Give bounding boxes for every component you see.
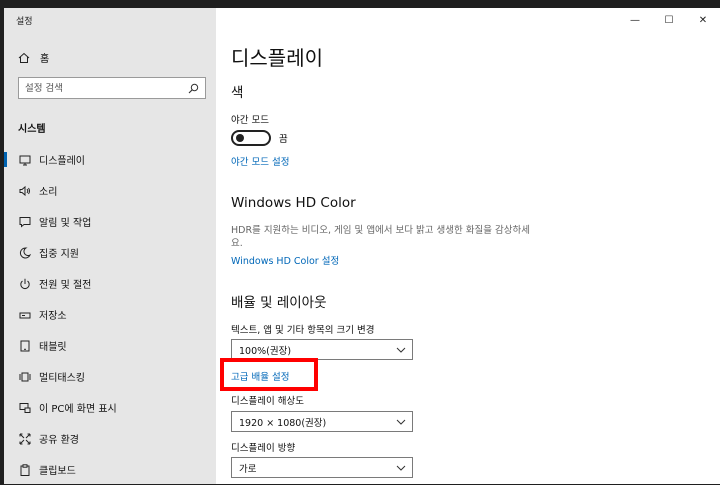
sidebar-item-shared-experiences[interactable]: 공유 환경 xyxy=(4,423,216,454)
home-label: 홈 xyxy=(40,54,50,65)
sidebar-item-notifications[interactable]: 알림 및 작업 xyxy=(4,206,216,237)
monitor-icon xyxy=(18,153,32,167)
orientation-label: 디스플레이 방향 xyxy=(231,443,296,454)
night-light-toggle-row: 끔 xyxy=(231,130,288,146)
sidebar-item-focus-assist[interactable]: 집중 지원 xyxy=(4,237,216,268)
search-icon[interactable] xyxy=(188,83,199,94)
color-heading: 색 xyxy=(231,85,244,101)
sidebar-item-label: 태블릿 xyxy=(39,342,67,353)
sidebar-item-label: 클립보드 xyxy=(39,466,76,477)
orientation-dropdown[interactable]: 가로 xyxy=(231,457,413,478)
night-light-toggle[interactable] xyxy=(231,130,271,146)
sidebar-item-storage[interactable]: 저장소 xyxy=(4,299,216,330)
share-icon xyxy=(18,432,32,446)
sidebar-item-label: 디스플레이 xyxy=(39,156,85,167)
resolution-value: 1920 × 1080(권장) xyxy=(239,417,327,429)
search-input[interactable] xyxy=(25,82,175,94)
sidebar-item-label: 알림 및 작업 xyxy=(39,218,92,229)
sidebar-item-label: 소리 xyxy=(39,187,58,198)
sidebar-item-multitasking[interactable]: 멀티태스킹 xyxy=(4,361,216,392)
sidebar-item-display[interactable]: 디스플레이 xyxy=(4,144,216,175)
main-content: — ☐ ✕ 디스플레이 색 야간 모드 끔 야간 모드 설정 Windows H… xyxy=(216,8,720,484)
app-title: 설정 xyxy=(16,17,33,27)
sidebar-item-power[interactable]: 전원 및 절전 xyxy=(4,268,216,299)
multitasking-icon xyxy=(18,370,32,384)
sidebar-item-project[interactable]: 이 PC에 화면 표시 xyxy=(4,392,216,423)
scale-label: 텍스트, 앱 및 기타 항목의 크기 변경 xyxy=(231,325,375,336)
chevron-down-icon xyxy=(396,465,406,471)
sidebar-item-label: 멀티태스킹 xyxy=(39,373,85,384)
sidebar-item-tablet[interactable]: 태블릿 xyxy=(4,330,216,361)
home-link[interactable]: 홈 xyxy=(18,50,49,65)
sidebar-nav: 디스플레이 소리 알림 및 작업 집중 지원 전원 및 절전 저장소 태블릿 멀… xyxy=(4,144,216,485)
resolution-label: 디스플레이 해상도 xyxy=(231,396,304,407)
chevron-down-icon xyxy=(396,419,406,425)
sidebar-item-clipboard[interactable]: 클립보드 xyxy=(4,454,216,485)
chevron-down-icon xyxy=(396,347,406,353)
settings-window: 설정 홈 시스템 디스플레이 소리 알림 및 작업 xyxy=(4,8,720,484)
advanced-scaling-link[interactable]: 고급 배율 설정 xyxy=(231,369,289,383)
minimize-button[interactable]: — xyxy=(618,8,652,32)
hdr-description: HDR를 지원하는 비디오, 게임 및 앱에서 보다 밝고 생생한 화질을 감상… xyxy=(231,225,530,249)
orientation-value: 가로 xyxy=(239,463,257,475)
home-icon xyxy=(18,52,30,63)
section-title: 시스템 xyxy=(18,124,46,135)
resolution-dropdown[interactable]: 1920 × 1080(권장) xyxy=(231,411,413,432)
storage-icon xyxy=(18,308,32,322)
notification-icon xyxy=(18,215,32,229)
sidebar-item-label: 공유 환경 xyxy=(39,435,79,446)
window-controls: — ☐ ✕ xyxy=(618,8,720,32)
project-icon xyxy=(18,401,32,415)
tablet-icon xyxy=(18,339,32,353)
sidebar-item-label: 전원 및 절전 xyxy=(39,280,92,291)
moon-icon xyxy=(18,246,32,260)
night-light-state: 끔 xyxy=(279,134,288,145)
sidebar-item-sound[interactable]: 소리 xyxy=(4,175,216,206)
sidebar-item-label: 집중 지원 xyxy=(39,249,79,260)
scale-value: 100%(권장) xyxy=(239,345,292,357)
night-light-label: 야간 모드 xyxy=(231,115,269,126)
scale-dropdown[interactable]: 100%(권장) xyxy=(231,339,413,360)
hdr-heading: Windows HD Color xyxy=(231,195,356,211)
search-box[interactable] xyxy=(18,77,206,99)
power-icon xyxy=(18,277,32,291)
hdr-settings-link[interactable]: Windows HD Color 설정 xyxy=(231,253,339,267)
sidebar-item-label: 이 PC에 화면 표시 xyxy=(39,404,117,415)
maximize-button[interactable]: ☐ xyxy=(652,8,686,32)
scale-layout-heading: 배율 및 레이아웃 xyxy=(231,295,327,311)
sidebar: 설정 홈 시스템 디스플레이 소리 알림 및 작업 xyxy=(4,8,216,484)
close-button[interactable]: ✕ xyxy=(686,8,720,32)
sidebar-item-label: 저장소 xyxy=(39,311,67,322)
speaker-icon xyxy=(18,184,32,198)
clipboard-icon xyxy=(18,463,32,477)
night-light-settings-link[interactable]: 야간 모드 설정 xyxy=(231,154,289,168)
page-title: 디스플레이 xyxy=(231,46,323,70)
